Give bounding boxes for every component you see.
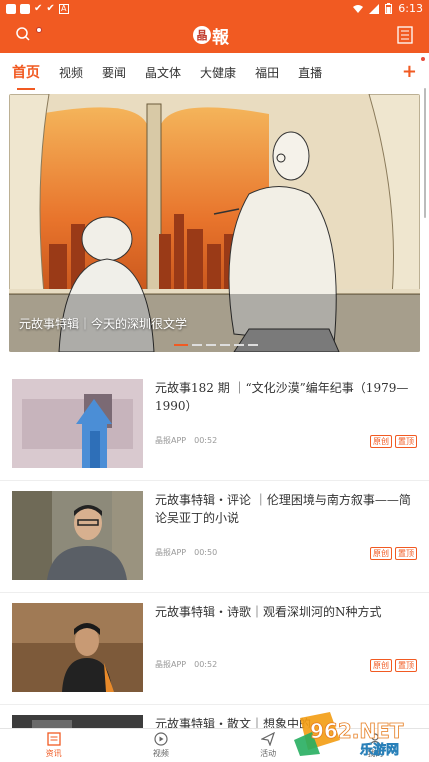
list-item[interactable]: 元故事182 期 ｜“文化沙漠”编年纪事（1979—1990） 晶报APP 00:…	[0, 369, 429, 481]
send-icon	[261, 732, 276, 746]
wifi-icon	[353, 4, 364, 13]
carousel-dot[interactable]	[234, 344, 244, 346]
nav-video-label: 视频	[152, 749, 169, 758]
newspaper-button[interactable]	[397, 26, 413, 44]
nav-video[interactable]: 视频	[107, 729, 214, 762]
tab-health[interactable]: 大健康	[200, 64, 236, 81]
article-thumbnail	[12, 379, 143, 468]
nav-news-label: 资讯	[45, 749, 62, 758]
original-badge: 原创	[370, 435, 392, 448]
nav-activity-label: 活动	[260, 749, 277, 758]
search-button[interactable]	[14, 25, 42, 45]
pinned-badge: 置顶	[395, 435, 417, 448]
article-badges: 原创 置顶	[370, 659, 417, 672]
article-source: 晶报APP	[155, 548, 187, 557]
nav-news[interactable]: 资讯	[0, 729, 107, 762]
list-item[interactable]: 元故事特辑・评论 ｜伦理困境与南方叙事——简论吴亚丁的小说 晶报APP 00:50…	[0, 481, 429, 593]
article-badges: 原创 置顶	[370, 435, 417, 448]
carousel-dot[interactable]	[220, 344, 230, 346]
article-source: 晶报APP	[155, 660, 187, 669]
logo-text: 報	[212, 27, 229, 48]
tab-video[interactable]: 视频	[59, 64, 83, 81]
article-meta: 晶报APP 00:52	[155, 435, 217, 446]
watermark-brand: 962.NET	[310, 719, 404, 743]
signal-icon	[369, 3, 380, 14]
original-badge: 原创	[370, 547, 392, 560]
app-logo: 晶 報	[193, 22, 235, 48]
list-item[interactable]: 元故事特辑・诗歌｜观看深圳河的N种方式 晶报APP 00:52 原创 置顶	[0, 593, 429, 705]
article-time: 00:50	[194, 548, 218, 557]
banner-illustration	[9, 94, 420, 352]
check-icon: ✔	[46, 2, 55, 14]
app-header: 晶 報	[0, 17, 429, 53]
carousel-dots	[174, 344, 258, 346]
tab-news[interactable]: 要闻	[102, 64, 126, 81]
original-badge: 原创	[370, 659, 392, 672]
hero-banner[interactable]: 元故事特辑｜今天的深圳很文学	[9, 94, 420, 352]
add-tab-button[interactable]: +	[402, 61, 417, 82]
pinned-badge: 置顶	[395, 547, 417, 560]
article-time: 00:52	[194, 660, 218, 669]
carousel-dot[interactable]	[174, 344, 188, 346]
article-meta: 晶报APP 00:52	[155, 659, 217, 670]
article-meta: 晶报APP 00:50	[155, 547, 217, 558]
category-tabs: 首页 视频 要闻 晶文体 大健康 福田 直播 +	[0, 53, 429, 91]
tab-futian[interactable]: 福田	[255, 64, 279, 81]
article-source: 晶报APP	[155, 436, 187, 445]
search-icon	[16, 27, 30, 41]
tab-home[interactable]: 首页	[12, 62, 40, 90]
status-time: 6:13	[398, 2, 423, 15]
article-title[interactable]: 元故事特辑・诗歌｜观看深圳河的N种方式	[155, 603, 417, 621]
site-watermark: 962.NET 乐游网	[290, 710, 422, 758]
carousel-dot[interactable]	[192, 344, 202, 346]
notification-icon	[20, 3, 30, 14]
notification-icon	[6, 3, 16, 14]
banner-caption: 元故事特辑｜今天的深圳很文学	[19, 317, 188, 331]
carousel-dot[interactable]	[206, 344, 216, 346]
watermark-sub: 乐游网	[360, 742, 399, 758]
article-badges: 原创 置顶	[370, 547, 417, 560]
news-icon	[46, 732, 61, 746]
article-thumbnail	[12, 491, 143, 580]
play-icon	[154, 732, 168, 746]
battery-icon	[385, 3, 393, 14]
article-thumbnail	[12, 603, 143, 692]
scrollbar[interactable]	[424, 88, 426, 218]
article-title[interactable]: 元故事特辑・评论 ｜伦理困境与南方叙事——简论吴亚丁的小说	[155, 491, 417, 527]
logo-mark: 晶	[193, 26, 211, 44]
check-icon: ✔	[34, 2, 43, 14]
a-icon: A	[58, 3, 69, 14]
article-time: 00:52	[194, 436, 218, 445]
tab-culture[interactable]: 晶文体	[145, 64, 181, 81]
carousel-dot[interactable]	[248, 344, 258, 346]
article-title[interactable]: 元故事182 期 ｜“文化沙漠”编年纪事（1979—1990）	[155, 379, 417, 415]
pinned-badge: 置顶	[395, 659, 417, 672]
notification-dot	[36, 27, 42, 33]
newspaper-icon	[397, 26, 413, 44]
status-bar: ✔ ✔ A 6:13	[0, 0, 429, 17]
notification-dot	[421, 57, 425, 61]
tab-live[interactable]: 直播	[298, 64, 322, 81]
